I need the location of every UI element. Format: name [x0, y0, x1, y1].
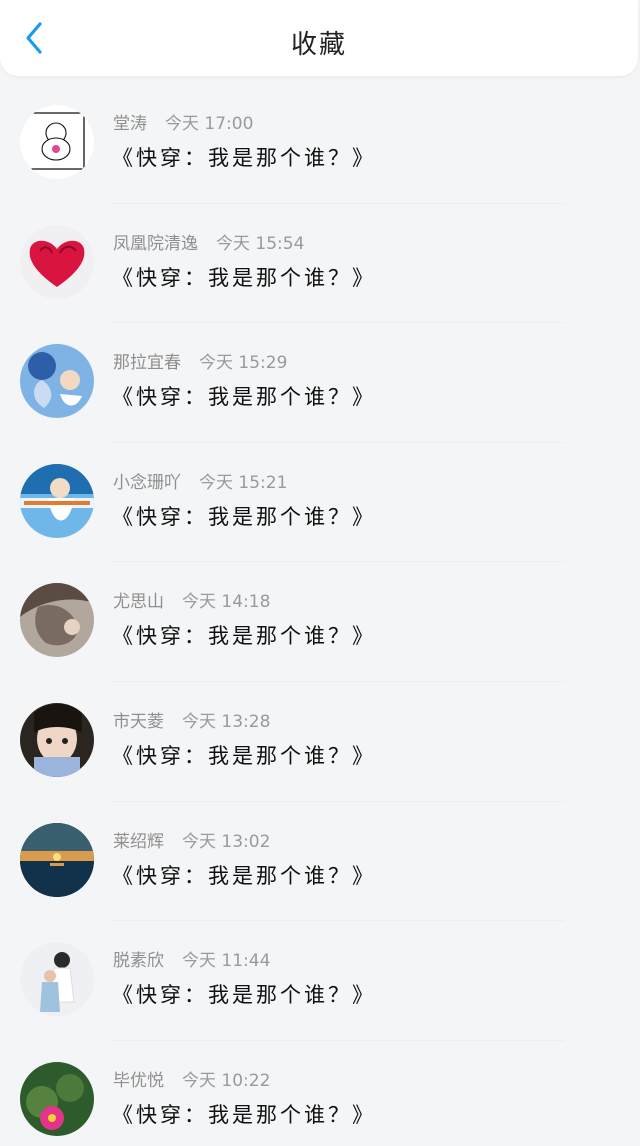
page-title: 收藏: [290, 30, 347, 60]
favorite-text: 《快穿：我是那个谁？》: [112, 1102, 376, 1127]
list-item[interactable]: 凤凰院清逸 今天 15:54 《快穿：我是那个谁？》: [0, 204, 640, 324]
anime-couple-avatar: [20, 344, 94, 419]
girl-photo-avatar: [20, 463, 94, 538]
sender-name: 毕优悦: [113, 1070, 164, 1091]
hair-avatar: [20, 583, 94, 658]
favorite-text: 《快穿：我是那个谁？》: [112, 265, 376, 290]
favorite-text: 《快穿：我是那个谁？》: [112, 624, 376, 649]
favorite-text: 《快穿：我是那个谁？》: [112, 385, 376, 410]
couple-avatar: [20, 942, 94, 1017]
timestamp: 今天 15:21: [199, 472, 288, 493]
sender-name: 堂涛: [113, 114, 147, 134]
favorites-page: 收藏 堂涛 今天 17:00 《快穿：我是那个谁？》 凤凰院清逸 今天 15:5…: [0, 0, 640, 1146]
list-item[interactable]: 脱素欣 今天 11:44 《快穿：我是那个谁？》: [0, 921, 640, 1041]
timestamp: 今天 15:29: [199, 353, 288, 374]
timestamp: 今天 14:18: [182, 592, 271, 613]
sender-name: 小念珊吖: [113, 472, 181, 493]
list-item[interactable]: 堂涛 今天 17:00 《快穿：我是那个谁？》: [0, 84, 640, 204]
list-item[interactable]: 小念珊吖 今天 15:21 《快穿：我是那个谁？》: [0, 443, 640, 563]
header-bar: 收藏: [0, 0, 638, 76]
favorite-text: 《快穿：我是那个谁？》: [112, 743, 376, 768]
list-item[interactable]: 毕优悦 今天 10:22 《快穿：我是那个谁？》: [0, 1041, 640, 1146]
timestamp: 今天 13:28: [182, 711, 271, 732]
favorite-text: 《快穿：我是那个谁？》: [112, 504, 376, 529]
cactus-flower-avatar: [20, 1061, 94, 1136]
list-item[interactable]: 尤思山 今天 14:18 《快穿：我是那个谁？》: [0, 562, 640, 682]
timestamp: 今天 11:44: [182, 951, 271, 972]
favorite-text: 《快穿：我是那个谁？》: [112, 146, 376, 170]
sender-name: 那拉宜春: [113, 353, 181, 374]
sender-name: 凤凰院清逸: [113, 233, 198, 254]
list-item[interactable]: 那拉宜春 今天 15:29 《快穿：我是那个谁？》: [0, 323, 640, 443]
sender-name: 尤思山: [113, 592, 164, 613]
favorites-list: 堂涛 今天 17:00 《快穿：我是那个谁？》 凤凰院清逸 今天 15:54 《快穿…: [0, 84, 640, 1146]
timestamp: 今天 10:22: [182, 1070, 271, 1091]
timestamp: 今天 13:02: [182, 831, 271, 852]
timestamp: 今天 15:54: [216, 233, 305, 254]
cartoon-avatar: [20, 105, 94, 179]
list-item[interactable]: 莱绍辉 今天 13:02 《快穿：我是那个谁？》: [0, 802, 640, 922]
favorite-text: 《快穿：我是那个谁？》: [112, 983, 376, 1008]
rose-heart-avatar: [20, 224, 94, 299]
sender-name: 脱素欣: [113, 951, 164, 972]
favorite-text: 《快穿：我是那个谁？》: [112, 863, 376, 888]
timestamp: 今天 17:00: [165, 114, 254, 134]
girl-face-avatar: [20, 702, 94, 777]
sunset-avatar: [20, 822, 94, 897]
sender-name: 莱绍辉: [113, 831, 164, 852]
list-item[interactable]: 市天菱 今天 13:28 《快穿：我是那个谁？》: [0, 682, 640, 802]
sender-name: 市天菱: [113, 711, 164, 732]
